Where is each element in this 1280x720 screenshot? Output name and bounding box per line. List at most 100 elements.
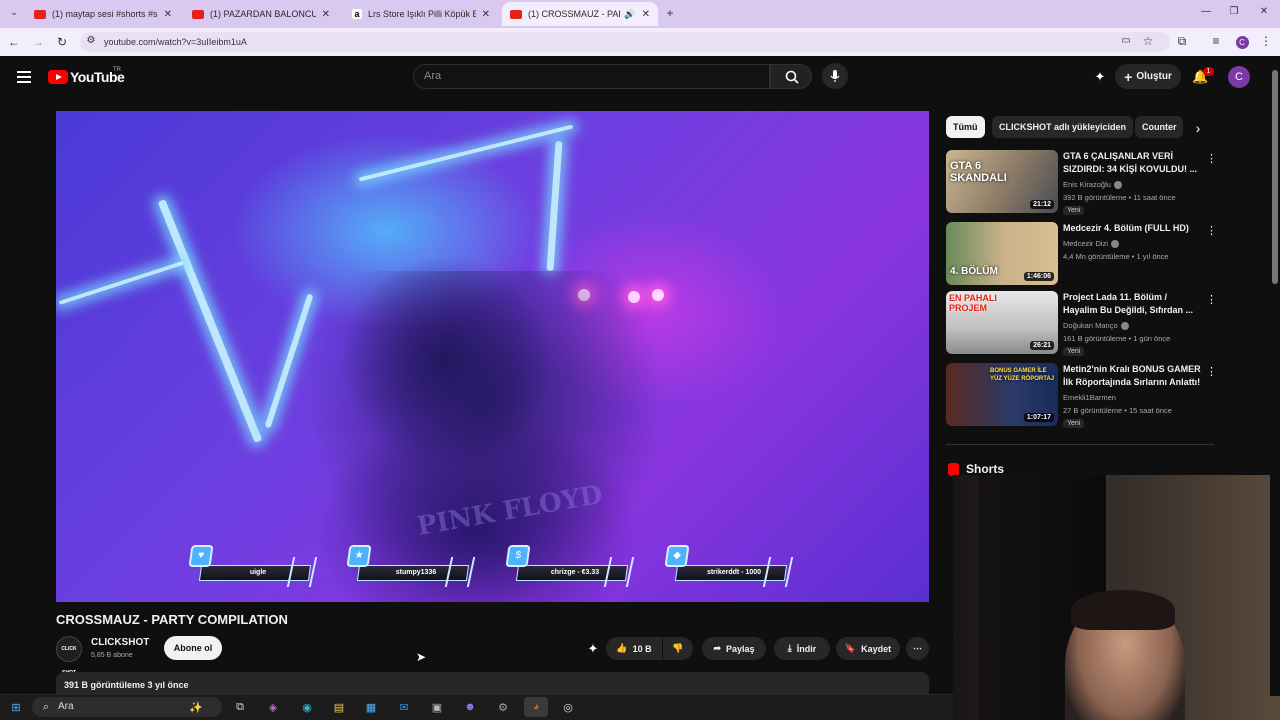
share-button[interactable]: ➦ Paylaş xyxy=(702,637,766,660)
account-avatar[interactable]: C xyxy=(1228,66,1250,88)
video-title[interactable]: Project Lada 11. Bölüm / Hayalim Bu Deği… xyxy=(1063,291,1201,317)
chrome-icon-active[interactable]: ◕ xyxy=(524,697,548,717)
search-input[interactable] xyxy=(413,64,770,89)
light-beam xyxy=(157,198,263,444)
audio-playing-icon[interactable]: 🔊 xyxy=(624,9,635,20)
back-icon[interactable]: ← xyxy=(6,35,22,49)
recommended-video[interactable]: BONUS GAMER İLE YÜZ YÜZE RÖPORTAJ 1:07:1… xyxy=(946,363,1217,429)
extensions-icon[interactable]: ⧉ xyxy=(1174,34,1190,49)
youtube-logo-icon[interactable] xyxy=(48,70,68,84)
close-tab-icon[interactable]: ✕ xyxy=(322,9,330,20)
steam-icon[interactable]: ⚙ xyxy=(493,697,513,717)
restore-icon[interactable]: ❐ xyxy=(1226,6,1242,17)
ask-ai-sparkle-icon[interactable]: ✦ xyxy=(585,641,601,657)
site-info-icon[interactable]: ⚙ xyxy=(83,35,99,46)
browser-tab-4-active[interactable]: (1) CROSSMAUZ - PARTY C 🔊 ✕ xyxy=(502,2,658,26)
light-beam xyxy=(546,140,563,272)
more-actions-button[interactable]: ⋯ xyxy=(906,637,929,660)
window-close-icon[interactable]: ✕ xyxy=(1256,6,1272,17)
chip-all[interactable]: Tümü xyxy=(946,116,985,138)
channel-name[interactable]: Doğukan Manço xyxy=(1063,321,1129,331)
new-badge: Yeni xyxy=(1063,347,1085,356)
video-meta: 4,4 Mn görüntüleme • 1 yıl önce xyxy=(1063,252,1169,261)
scrollbar-thumb[interactable] xyxy=(1272,70,1278,284)
video-player[interactable]: PINK FLOYD xyxy=(56,111,929,602)
browser-tab-1[interactable]: (1) maytap sesi #shorts #shorts ✕ xyxy=(26,2,180,26)
more-vertical-icon[interactable]: ⋮ xyxy=(1206,293,1217,306)
video-title[interactable]: Medcezir 4. Bölüm (FULL HD) xyxy=(1063,222,1201,235)
forward-icon[interactable]: → xyxy=(30,35,46,49)
sidebar-divider xyxy=(946,444,1214,445)
close-tab-icon[interactable]: ✕ xyxy=(642,9,650,20)
mouse-cursor-icon: ➤ xyxy=(416,650,427,664)
dislike-button[interactable]: 👎 xyxy=(663,637,693,660)
save-button[interactable]: 🔖 Kaydet xyxy=(836,637,900,660)
video-meta: 161 B görüntüleme • 1 gün önce xyxy=(1063,334,1171,343)
video-thumbnail[interactable]: 4. BÖLÜM 1:46:06 xyxy=(946,222,1058,285)
microsoft-store-icon[interactable]: ▦ xyxy=(361,697,381,717)
verified-icon xyxy=(1120,322,1129,331)
chip-from-uploader[interactable]: CLICKSHOT adlı yükleyiciden xyxy=(992,116,1134,138)
more-vertical-icon[interactable]: ⋮ xyxy=(1206,365,1217,378)
channel-name[interactable]: Emekli1Barmen xyxy=(1063,393,1116,402)
reload-icon[interactable]: ↻ xyxy=(54,35,70,49)
profile-icon[interactable]: C xyxy=(1234,34,1250,49)
edge-browser-icon[interactable]: ◉ xyxy=(297,697,317,717)
download-button[interactable]: ⤓ İndir xyxy=(774,637,830,660)
copilot-app-icon[interactable]: ◈ xyxy=(263,697,283,717)
gemini-sparkle-icon[interactable]: ✦ xyxy=(1092,69,1108,85)
browser-menu-icon[interactable]: ⋮ xyxy=(1258,34,1274,48)
new-tab-icon[interactable]: + xyxy=(662,6,678,20)
share-icon: ➦ xyxy=(713,643,721,653)
video-meta: 27 B görüntüleme • 15 saat önce xyxy=(1063,406,1172,415)
browser-tab-2[interactable]: (1) PAZARDAN BALONCUK MA ✕ xyxy=(184,2,338,26)
tab-search-icon[interactable]: ⌄ xyxy=(6,7,22,18)
install-app-icon[interactable]: ▭ xyxy=(1118,35,1134,46)
video-thumbnail[interactable]: EN PAHALI PROJEM 26:21 xyxy=(946,291,1058,354)
donation-badge: ◆ strikerddt - 1000 xyxy=(664,545,794,587)
search-icon xyxy=(785,70,799,84)
recommended-video[interactable]: 4. BÖLÜM 1:46:06 Medcezir 4. Bölüm (FULL… xyxy=(946,222,1217,288)
browser-tab-3[interactable]: a Lrs Store Işıklı Pilli Köpük Balon ✕ xyxy=(344,2,498,26)
bookmark-star-icon[interactable]: ☆ xyxy=(1140,34,1156,48)
create-button[interactable]: + Oluştur xyxy=(1115,64,1181,89)
outlook-icon[interactable]: ✉ xyxy=(394,697,414,717)
like-button[interactable]: 👍 10 B xyxy=(606,637,662,660)
thumbnail-text: GTA 6 SKANDALI xyxy=(950,160,1007,184)
app-icon[interactable]: ▣ xyxy=(427,697,447,717)
video-thumbnail[interactable]: BONUS GAMER İLE YÜZ YÜZE RÖPORTAJ 1:07:1… xyxy=(946,363,1058,426)
video-title: CROSSMAUZ - PARTY COMPILATION xyxy=(56,612,288,627)
task-view-icon[interactable]: ⧉ xyxy=(230,697,250,717)
discord-icon[interactable]: ☻ xyxy=(460,697,480,717)
chevron-right-icon[interactable]: › xyxy=(1190,120,1206,136)
thumbnail-text: EN PAHALI PROJEM xyxy=(949,293,997,313)
close-tab-icon[interactable]: ✕ xyxy=(482,9,490,20)
video-duration: 21:12 xyxy=(1030,200,1054,209)
more-vertical-icon[interactable]: ⋮ xyxy=(1206,152,1217,165)
chip-counter[interactable]: Counter xyxy=(1135,116,1183,138)
channel-name[interactable]: Enis Kirazoğlu xyxy=(1063,180,1122,190)
obs-icon[interactable]: ◎ xyxy=(558,697,578,717)
voice-search-button[interactable] xyxy=(822,63,848,89)
windows-start-icon[interactable]: ⊞ xyxy=(6,697,26,717)
close-tab-icon[interactable]: ✕ xyxy=(164,9,172,20)
search-button[interactable] xyxy=(770,64,812,89)
media-control-icon[interactable]: ≡ xyxy=(1208,34,1224,48)
recommended-video[interactable]: GTA 6 SKANDALI 21:12 GTA 6 ÇALIŞANLAR VE… xyxy=(946,150,1217,216)
channel-avatar[interactable]: CLICK SHOT xyxy=(56,636,82,676)
recommended-video[interactable]: EN PAHALI PROJEM 26:21 Project Lada 11. … xyxy=(946,291,1217,357)
video-title[interactable]: GTA 6 ÇALIŞANLAR VERİ SIZDIRDI: 34 KİŞİ … xyxy=(1063,150,1201,176)
channel-name[interactable]: CLICKSHOT xyxy=(91,637,149,648)
minimize-icon[interactable]: — xyxy=(1198,6,1214,17)
subscribe-button[interactable]: Abone ol xyxy=(164,636,222,660)
download-label: İndir xyxy=(796,643,817,654)
url-text[interactable]: youtube.com/watch?v=3uIIeibm1uA xyxy=(104,37,247,47)
more-vertical-icon[interactable]: ⋮ xyxy=(1206,224,1217,237)
video-title[interactable]: Metin2'nin Kralı BONUS GAMER İlk Röporta… xyxy=(1063,363,1201,389)
file-explorer-icon[interactable]: ▤ xyxy=(329,697,349,717)
video-thumbnail[interactable]: GTA 6 SKANDALI 21:12 xyxy=(946,150,1058,213)
bookmark-icon: 🔖 xyxy=(844,643,857,653)
search-placeholder: Ara xyxy=(424,70,442,82)
menu-hamburger-icon[interactable] xyxy=(17,71,31,86)
channel-name[interactable]: Medcezir Dizi xyxy=(1063,239,1120,249)
